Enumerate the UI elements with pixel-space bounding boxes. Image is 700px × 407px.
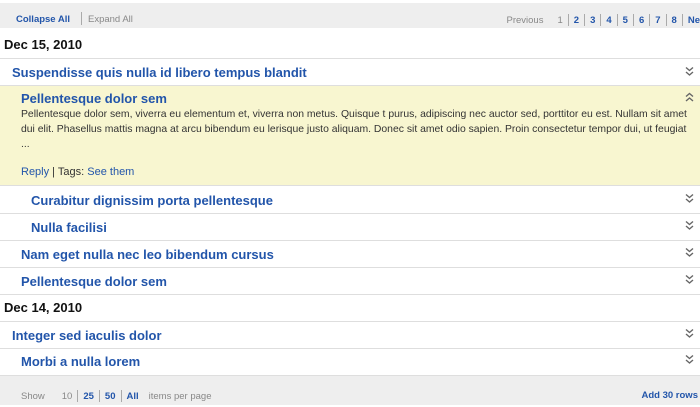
reply-link[interactable]: Reply bbox=[21, 166, 49, 178]
expand-all-button[interactable]: Expand All bbox=[88, 14, 133, 25]
collapse-chevron-icon[interactable] bbox=[685, 92, 694, 103]
expand-chevron-icon[interactable] bbox=[685, 247, 694, 258]
expand-chevron-icon[interactable] bbox=[685, 274, 694, 285]
next-page-button[interactable]: Ne bbox=[683, 15, 700, 26]
thread-row[interactable]: Integer sed iaculis dolor bbox=[0, 321, 700, 349]
page-2[interactable]: 2 bbox=[569, 15, 584, 26]
per-page-all[interactable]: All bbox=[122, 391, 144, 402]
bottom-toolbar: Show 10 25 50 All items per page Add 30 … bbox=[0, 376, 700, 407]
thread-title[interactable]: Curabitur dignissim porta pellentesque bbox=[31, 193, 273, 208]
date-header: Dec 14, 2010 bbox=[4, 300, 83, 315]
thread-body: Pellentesque dolor sem, viverra eu eleme… bbox=[21, 109, 687, 150]
items-per-page: Show 10 25 50 All items per page bbox=[21, 390, 211, 402]
tags-label: Tags: bbox=[57, 166, 88, 178]
thread-row[interactable]: Suspendisse quis nulla id libero tempus … bbox=[0, 58, 700, 86]
page-1[interactable]: 1 bbox=[552, 15, 567, 26]
thread-title[interactable]: Suspendisse quis nulla id libero tempus … bbox=[12, 65, 307, 80]
show-label: Show bbox=[21, 390, 45, 402]
top-toolbar: Collapse All Expand All Previous 1 2 3 4… bbox=[0, 0, 700, 30]
thread-row[interactable]: Nam eget nulla nec leo bibendum cursus bbox=[0, 241, 700, 268]
page-5[interactable]: 5 bbox=[618, 15, 633, 26]
thread-title[interactable]: Morbi a nulla lorem bbox=[21, 354, 140, 369]
see-tags-link[interactable]: See them bbox=[87, 166, 134, 178]
thread-row[interactable]: Pellentesque dolor sem bbox=[0, 268, 700, 295]
thread-title[interactable]: Pellentesque dolor sem bbox=[21, 274, 167, 289]
page-8[interactable]: 8 bbox=[667, 15, 682, 26]
thread-row[interactable]: Morbi a nulla lorem bbox=[0, 349, 700, 376]
expand-chevron-icon[interactable] bbox=[685, 220, 694, 231]
collapse-all-button[interactable]: Collapse All bbox=[16, 14, 70, 25]
page-7[interactable]: 7 bbox=[650, 15, 665, 26]
previous-page-button[interactable]: Previous bbox=[507, 15, 544, 26]
page-3[interactable]: 3 bbox=[585, 15, 600, 26]
expand-chevron-icon[interactable] bbox=[685, 193, 694, 204]
date-header: Dec 15, 2010 bbox=[4, 37, 83, 52]
per-page-50[interactable]: 50 bbox=[100, 391, 121, 402]
thread-title[interactable]: Pellentesque dolor sem bbox=[21, 91, 167, 106]
page-6[interactable]: 6 bbox=[634, 15, 649, 26]
actions-separator: | bbox=[49, 166, 58, 178]
per-page-25[interactable]: 25 bbox=[78, 391, 99, 402]
thread-row[interactable]: Curabitur dignissim porta pellentesque bbox=[0, 187, 700, 214]
thread-row-expanded: Pellentesque dolor sem Pellentesque dolo… bbox=[0, 86, 700, 186]
thread-actions: Reply | Tags: See them bbox=[21, 166, 134, 178]
thread-row[interactable]: Nulla facilisi bbox=[0, 214, 700, 241]
thread-title[interactable]: Integer sed iaculis dolor bbox=[12, 328, 162, 343]
expand-chevron-icon[interactable] bbox=[685, 354, 694, 365]
expand-chevron-icon[interactable] bbox=[685, 66, 694, 77]
page-4[interactable]: 4 bbox=[601, 15, 616, 26]
expand-chevron-icon[interactable] bbox=[685, 328, 694, 339]
per-page-suffix: items per page bbox=[148, 390, 212, 402]
footer-right-panel bbox=[228, 376, 700, 405]
per-page-10[interactable]: 10 bbox=[57, 391, 78, 402]
thread-title[interactable]: Nulla facilisi bbox=[31, 220, 107, 235]
add-rows-button[interactable]: Add 30 rows bbox=[642, 390, 699, 401]
pagination: Previous 1 2 3 4 5 6 7 8 Ne bbox=[507, 14, 700, 26]
thread-title[interactable]: Nam eget nulla nec leo bibendum cursus bbox=[21, 247, 274, 262]
toolbar-separator bbox=[81, 12, 82, 25]
